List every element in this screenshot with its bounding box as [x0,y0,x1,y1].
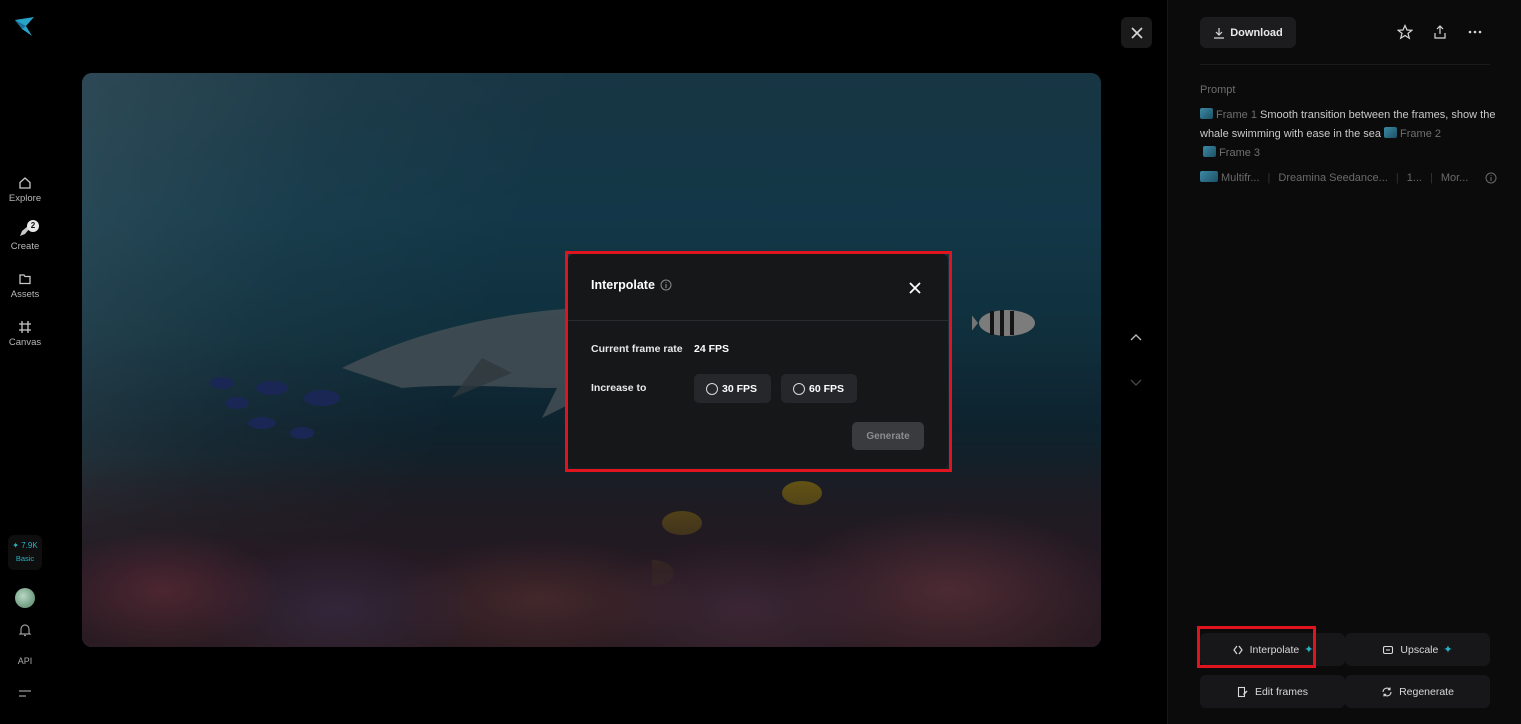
regenerate-label: Regenerate [1399,685,1454,698]
upscale-button[interactable]: Upscale ✦ [1345,633,1490,666]
close-viewer-button[interactable] [1121,17,1152,48]
frame-1-chip: Frame 1 [1216,109,1257,121]
canvas-icon [19,321,31,333]
interpolate-highlight-box [1197,626,1316,668]
credits-badge[interactable]: ✦ 7.9K Basic [8,535,42,570]
home-icon [19,177,31,189]
upscale-label: Upscale [1400,643,1439,656]
frame-1-thumbnail [1200,108,1213,119]
nav-assets-label: Assets [10,289,40,300]
meta-num: 1... [1406,172,1422,184]
credits-plan: Basic [15,554,35,563]
create-badge: 2 [27,220,39,232]
chevron-down-icon[interactable] [1128,374,1144,390]
api-link[interactable]: API [0,656,50,666]
bell-icon[interactable] [17,622,33,638]
meta-mode: Multifr... [1221,172,1260,184]
frame-3-thumbnail [1203,146,1217,157]
credits-value: ✦ 7.9K [12,541,38,550]
meta-separator: | [1267,172,1271,184]
nav-explore[interactable]: Explore [0,176,50,204]
generation-meta: Multifr... | Dreamina Seedance... | 1... | Mor… [1200,171,1500,184]
regenerate-icon [1382,687,1392,696]
edit-frames-button[interactable]: Edit frames [1200,675,1345,708]
upscale-icon [1383,645,1394,654]
download-icon [1214,27,1225,39]
download-label: Download [1230,26,1283,39]
nav-explore-label: Explore [8,193,42,204]
star-icon[interactable] [1397,24,1413,40]
more-icon[interactable] [1467,24,1483,40]
regenerate-button[interactable]: Regenerate [1345,675,1490,708]
meta-separator: | [1395,172,1399,184]
nav-assets[interactable]: Assets [0,272,50,300]
left-nav: Explore 2 Create Assets Canvas ✦ 7.9K Ba… [0,0,50,724]
close-icon [1130,26,1143,39]
prompt-text: Frame 1 Smooth transition between the fr… [1200,106,1500,163]
frame-3-chip: Frame 3 [1219,147,1261,159]
right-panel: Download Prompt Frame 1 Smooth transitio… [1167,0,1521,724]
nav-create-label: Create [10,241,40,252]
multiframe-thumbnail [1200,171,1218,182]
meta-more[interactable]: Mor... [1441,172,1469,184]
dialog-highlight-box [565,251,952,472]
frame-2-chip: Frame 2 [1400,128,1442,140]
edit-frames-label: Edit frames [1254,685,1309,698]
avatar[interactable] [15,588,35,608]
app-logo[interactable] [12,14,38,40]
download-button[interactable]: Download [1200,17,1296,48]
prompt-label: Prompt [1200,84,1236,96]
menu-icon[interactable] [17,688,33,700]
folder-icon [19,274,31,285]
frame-2-thumbnail [1384,127,1398,138]
chevron-up-icon[interactable] [1128,330,1144,346]
panel-divider [1200,64,1490,65]
meta-separator: | [1429,172,1433,184]
meta-model: Dreamina Seedance... [1278,172,1388,184]
share-icon[interactable] [1432,24,1448,40]
nav-canvas-label: Canvas [8,337,42,348]
nav-canvas[interactable]: Canvas [0,320,50,348]
nav-create[interactable]: 2 Create [0,220,50,252]
edit-frames-icon [1237,686,1248,697]
meta-info-icon[interactable] [1485,172,1497,184]
sparkle-icon: ✦ [1443,644,1453,656]
